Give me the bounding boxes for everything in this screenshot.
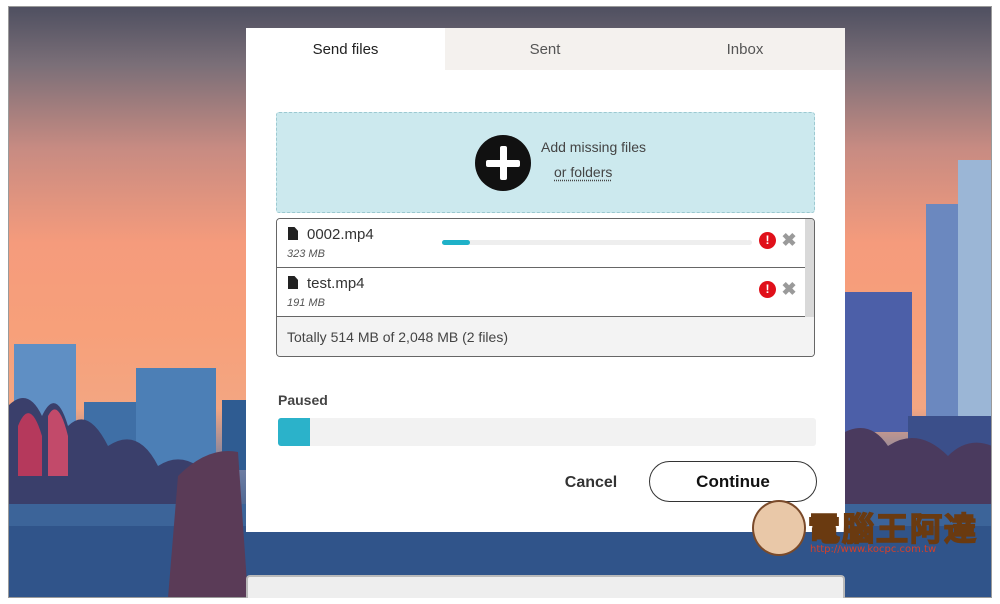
overall-progress-fill bbox=[278, 418, 311, 446]
file-icon bbox=[288, 227, 298, 240]
file-progress-bar bbox=[442, 240, 752, 245]
building bbox=[844, 292, 912, 432]
file-name: 0002.mp4 bbox=[307, 226, 374, 243]
file-icon bbox=[288, 276, 298, 289]
error-icon[interactable]: ! bbox=[759, 281, 776, 298]
transfer-status-label: Paused bbox=[278, 392, 328, 408]
total-size-text: Totally 514 MB of 2,048 MB (2 files) bbox=[287, 329, 508, 345]
tab-send-files[interactable]: Send files bbox=[246, 28, 445, 70]
file-list: 0002.mp4 323 MB ! ✖ test.mp4 191 MB ! ✖ … bbox=[276, 218, 815, 357]
mascot-face-icon bbox=[752, 500, 806, 556]
add-files-link[interactable]: Add missing files bbox=[541, 139, 646, 155]
tab-inbox[interactable]: Inbox bbox=[645, 28, 845, 70]
add-files-dropzone[interactable]: Add missing files or folders bbox=[276, 112, 815, 213]
continue-button[interactable]: Continue bbox=[649, 461, 817, 502]
cancel-button[interactable]: Cancel bbox=[551, 468, 631, 498]
watermark-logo: 電腦王阿達 http://www.kocpc.com.tw bbox=[748, 498, 980, 560]
send-files-dialog: Send files Sent Inbox Add missing files … bbox=[246, 28, 845, 532]
file-size: 191 MB bbox=[287, 297, 325, 309]
bottom-panel bbox=[246, 575, 845, 598]
watermark-url: http://www.kocpc.com.tw bbox=[810, 544, 937, 555]
building bbox=[958, 160, 992, 440]
add-folders-link[interactable]: or folders bbox=[554, 164, 612, 180]
file-row: test.mp4 191 MB ! ✖ bbox=[277, 268, 805, 317]
overall-progress-bar bbox=[278, 418, 816, 446]
file-name: test.mp4 bbox=[307, 275, 365, 292]
plus-circle-icon[interactable] bbox=[475, 135, 531, 191]
file-list-scrollbar[interactable] bbox=[805, 219, 814, 317]
remove-file-icon[interactable]: ✖ bbox=[780, 279, 798, 299]
file-row: 0002.mp4 323 MB ! ✖ bbox=[277, 219, 805, 268]
file-size: 323 MB bbox=[287, 248, 325, 260]
file-list-summary: Totally 514 MB of 2,048 MB (2 files) bbox=[277, 317, 814, 356]
remove-file-icon[interactable]: ✖ bbox=[780, 230, 798, 250]
file-progress-fill bbox=[442, 240, 470, 245]
error-icon[interactable]: ! bbox=[759, 232, 776, 249]
tab-bar: Send files Sent Inbox bbox=[246, 28, 845, 70]
tab-sent[interactable]: Sent bbox=[445, 28, 645, 70]
